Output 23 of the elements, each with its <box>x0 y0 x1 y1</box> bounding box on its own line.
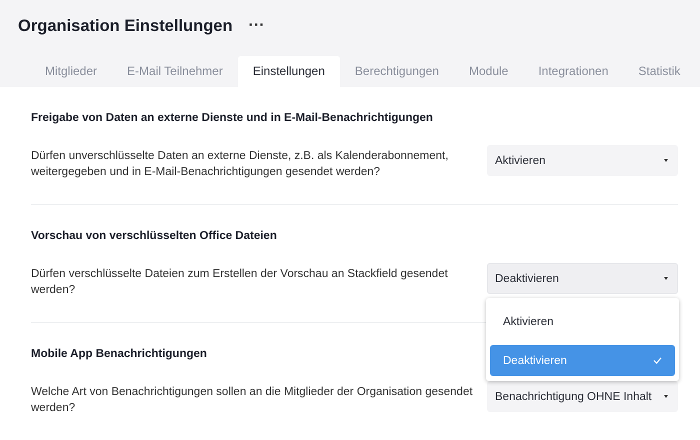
dropdown-select[interactable]: Benachrichtigung OHNE Inhalt <box>487 381 678 412</box>
caret-icon <box>664 395 668 398</box>
menu-option[interactable]: Aktivieren <box>490 303 675 341</box>
question-text: Dürfen unverschlüsselte Daten an externe Dienste, z.B. als Kalenderabonnement, weitergegeben und in E-Mail-Benachrichtigungen gesendet werden? <box>31 149 450 180</box>
tab[interactable]: E-Mail Teilnehmer <box>112 56 238 87</box>
menu-option[interactable]: Deaktivieren <box>490 345 675 376</box>
more-button[interactable]: ··· <box>246 19 267 33</box>
question-text: Welche Art von Benachrichtigungen sollen an die Mitglieder der Organisation gesendet werden? <box>31 385 474 416</box>
section-title: Vorschau von verschlüsselten Office Dateien <box>31 230 278 242</box>
tab[interactable]: Module <box>454 56 524 87</box>
section-title: Freigabe von Daten an externe Dienste und in E-Mail-Benachrichtigungen <box>31 112 434 124</box>
dropdown-select[interactable]: Aktivieren <box>487 145 678 176</box>
tab[interactable]: Berechtigungen <box>340 56 454 87</box>
tab[interactable]: Integrationen <box>523 56 624 87</box>
page-title: Organisation Einstellungen <box>18 16 233 36</box>
dropdown-select[interactable]: Deaktivieren <box>487 263 678 294</box>
caret-icon <box>664 159 668 162</box>
caret-icon <box>664 277 668 280</box>
question-text: Dürfen verschlüsselte Dateien zum Erstellen der Vorschau an Stackfield gesendet werden? <box>31 267 449 298</box>
tab[interactable]: Statistik <box>623 56 696 87</box>
tab[interactable]: Mitglieder <box>30 56 112 87</box>
checkmark-icon <box>653 357 662 364</box>
tab[interactable]: Einstellungen <box>238 56 340 87</box>
